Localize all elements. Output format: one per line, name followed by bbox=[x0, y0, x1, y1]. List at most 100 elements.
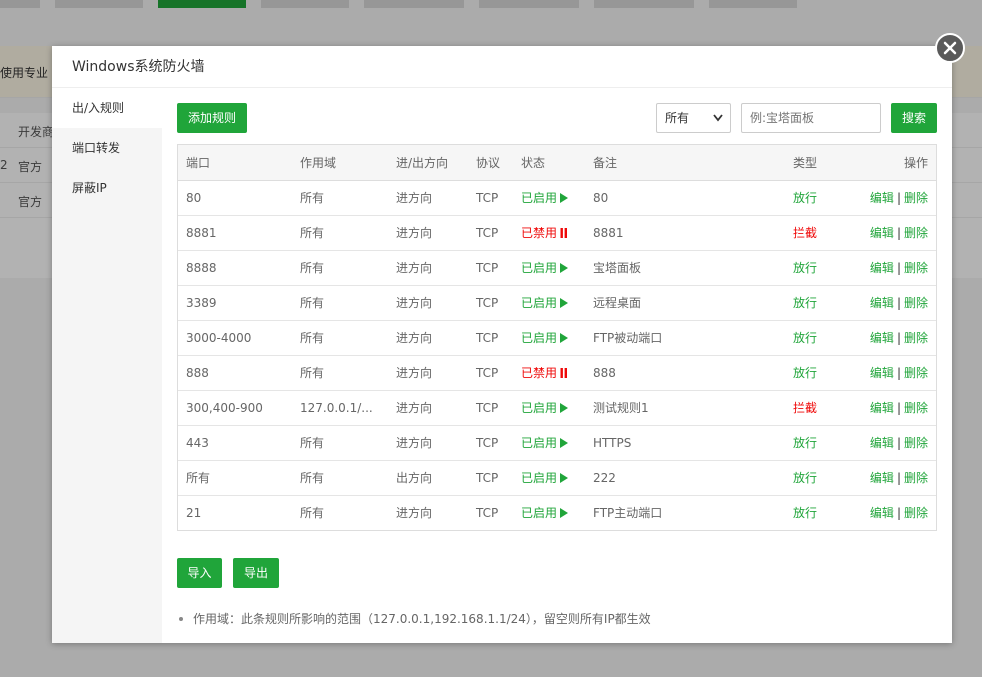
table-header-row: 端口 作用域 进/出方向 协议 状态 备注 类型 操作 bbox=[178, 145, 936, 181]
edit-link[interactable]: 编辑 bbox=[870, 261, 894, 275]
delete-link[interactable]: 删除 bbox=[904, 401, 928, 415]
cell-actions: 编辑 | 删除 bbox=[855, 460, 936, 496]
delete-link[interactable]: 删除 bbox=[904, 366, 928, 380]
play-icon bbox=[557, 401, 569, 415]
cell-direction: 进方向 bbox=[388, 355, 468, 391]
cell-direction: 进方向 bbox=[388, 250, 468, 286]
cell-protocol: TCP bbox=[468, 215, 513, 251]
edit-link[interactable]: 编辑 bbox=[870, 506, 894, 520]
cell-port: 443 bbox=[178, 425, 292, 461]
edit-link[interactable]: 编辑 bbox=[870, 191, 894, 205]
search-button[interactable]: 搜索 bbox=[891, 103, 937, 133]
dialog-title: Windows系统防火墙 bbox=[52, 46, 952, 88]
scope-tip-text: 作用域：此条规则所影响的范围（127.0.0.1,192.168.1.1/24）… bbox=[193, 612, 651, 626]
table-row: 3389 所有 进方向 TCP 已启用 远程桌面 放行 编辑 | 删除 bbox=[178, 285, 936, 321]
cell-actions: 编辑 | 删除 bbox=[855, 425, 936, 461]
cell-type: 放行 bbox=[785, 355, 855, 391]
cell-direction: 出方向 bbox=[388, 460, 468, 496]
search-input[interactable] bbox=[741, 103, 881, 133]
delete-link[interactable]: 删除 bbox=[904, 191, 928, 205]
edit-link[interactable]: 编辑 bbox=[870, 436, 894, 450]
status-toggle[interactable]: 已启用 bbox=[513, 460, 585, 496]
cell-type: 放行 bbox=[785, 425, 855, 461]
cell-port: 8881 bbox=[178, 215, 292, 251]
status-toggle[interactable]: 已禁用 bbox=[513, 215, 585, 251]
cell-direction: 进方向 bbox=[396, 506, 433, 521]
delete-link[interactable]: 删除 bbox=[904, 296, 928, 310]
edit-link[interactable]: 编辑 bbox=[870, 471, 894, 485]
status-toggle[interactable]: 已启用 bbox=[513, 320, 585, 356]
cell-scope: 所有 bbox=[292, 355, 388, 391]
delete-link[interactable]: 删除 bbox=[904, 331, 928, 345]
filter-select[interactable]: 所有 bbox=[656, 103, 731, 133]
status-label: 已启用 bbox=[521, 191, 558, 205]
delete-link[interactable]: 删除 bbox=[904, 436, 928, 450]
cell-port: 21 bbox=[186, 505, 202, 520]
status-toggle[interactable]: 已启用 bbox=[513, 425, 585, 461]
cell-direction: 进方向 bbox=[388, 425, 468, 461]
sidebar-item-in-out-rules[interactable]: 出/入规则 bbox=[52, 88, 162, 128]
edit-link[interactable]: 编辑 bbox=[870, 331, 894, 345]
play-icon bbox=[557, 471, 569, 485]
status-toggle[interactable]: 已启用 bbox=[513, 250, 585, 286]
add-rule-button[interactable]: 添加规则 bbox=[177, 103, 247, 133]
edit-link[interactable]: 编辑 bbox=[870, 366, 894, 380]
cell-port: 8888 bbox=[178, 250, 292, 286]
status-toggle[interactable]: 已启用 bbox=[513, 285, 585, 321]
import-button[interactable]: 导入 bbox=[177, 558, 222, 588]
sidebar-item-port-forward[interactable]: 端口转发 bbox=[52, 128, 162, 168]
cell-scope: 所有 bbox=[292, 320, 388, 356]
edit-link[interactable]: 编辑 bbox=[870, 226, 894, 240]
cell-scope: 127.0.0.1/... bbox=[292, 390, 388, 426]
cell-scope: 所有 bbox=[292, 215, 388, 251]
sidebar-item-block-ip[interactable]: 屏蔽IP bbox=[52, 168, 162, 208]
cell-protocol: TCP bbox=[468, 355, 513, 391]
header-port: 端口 bbox=[178, 145, 292, 181]
status-toggle[interactable]: 已禁用 bbox=[513, 355, 585, 391]
delete-link[interactable]: 删除 bbox=[904, 261, 928, 275]
chevron-down-icon bbox=[712, 104, 724, 143]
cell-remark: FTP被动端口 bbox=[585, 320, 785, 356]
cell-type: 放行 bbox=[793, 506, 818, 521]
status-label: 已启用 bbox=[521, 471, 558, 485]
cell-protocol: TCP bbox=[468, 180, 513, 216]
delete-link[interactable]: 删除 bbox=[904, 226, 928, 240]
cell-type: 放行 bbox=[785, 320, 855, 356]
play-icon bbox=[557, 506, 569, 520]
table-row: 所有 所有 出方向 TCP 已启用 222 放行 编辑 | 删除 bbox=[178, 460, 936, 496]
action-separator: | bbox=[896, 366, 901, 380]
export-button[interactable]: 导出 bbox=[233, 558, 279, 588]
status-toggle[interactable]: 已启用 bbox=[513, 495, 585, 530]
header-protocol: 协议 bbox=[468, 145, 513, 181]
status-label: 已禁用 bbox=[521, 366, 558, 380]
cell-protocol: TCP bbox=[468, 460, 513, 496]
cell-port: 3000-4000 bbox=[178, 320, 292, 356]
play-icon bbox=[557, 331, 569, 345]
header-status: 状态 bbox=[513, 145, 585, 181]
cell-protocol: TCP bbox=[468, 390, 513, 426]
close-icon-glyph bbox=[943, 41, 957, 55]
status-toggle[interactable]: 已启用 bbox=[513, 180, 585, 216]
cell-port: 80 bbox=[178, 180, 292, 216]
status-toggle[interactable]: 已启用 bbox=[513, 390, 585, 426]
edit-link[interactable]: 编辑 bbox=[870, 401, 894, 415]
header-scope: 作用域 bbox=[292, 145, 388, 181]
cell-remark: HTTPS bbox=[585, 425, 785, 461]
cell-remark: 888 bbox=[585, 355, 785, 391]
cell-direction: 进方向 bbox=[388, 180, 468, 216]
status-label: 已禁用 bbox=[521, 226, 558, 240]
pause-icon bbox=[557, 366, 568, 380]
delete-link[interactable]: 删除 bbox=[904, 471, 928, 485]
rules-panel: 添加规则 所有 搜索 端口 作用域 进/出方向 协议 状态 bbox=[162, 88, 952, 643]
cell-actions: 编辑 | 删除 bbox=[855, 250, 936, 286]
delete-link[interactable]: 删除 bbox=[904, 506, 928, 520]
close-icon[interactable] bbox=[935, 33, 965, 63]
edit-link[interactable]: 编辑 bbox=[870, 296, 894, 310]
status-label: 已启用 bbox=[521, 401, 558, 415]
cell-port: 所有 bbox=[178, 460, 292, 496]
cell-scope: 所有 bbox=[292, 460, 388, 496]
table-row: 443 所有 进方向 TCP 已启用 HTTPS 放行 编辑 | 删除 bbox=[178, 425, 936, 461]
cell-port: 3389 bbox=[178, 285, 292, 321]
cell-direction: 进方向 bbox=[388, 390, 468, 426]
action-separator: | bbox=[896, 191, 901, 205]
